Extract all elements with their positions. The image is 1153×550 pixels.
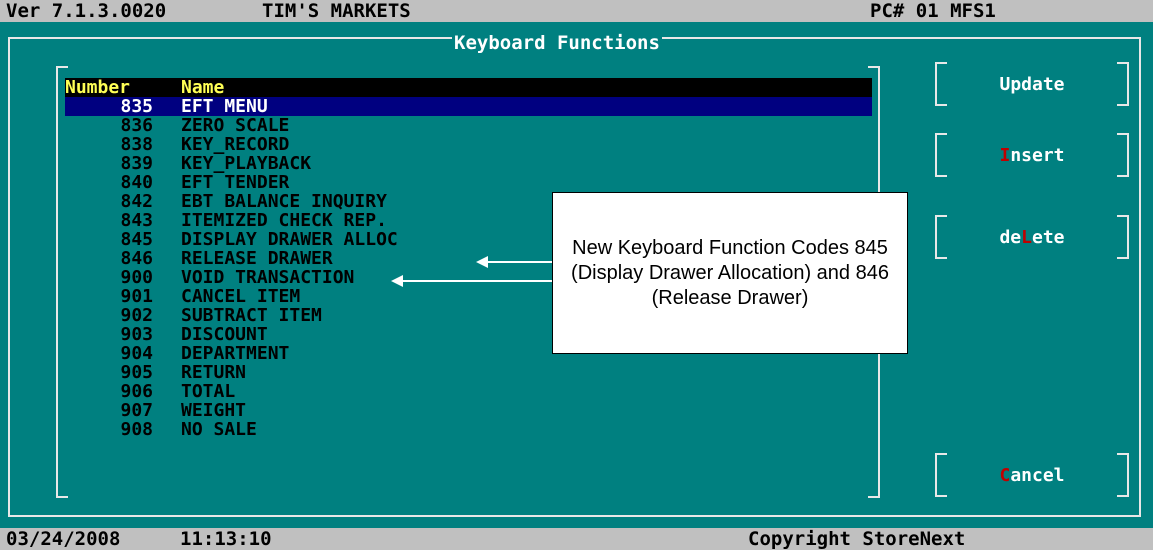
- copyright-label: Copyright StoreNext: [748, 528, 966, 550]
- date-label: 03/24/2008: [6, 528, 121, 550]
- annotation-arrows: [391, 256, 552, 287]
- arrow-to-846: [391, 275, 552, 287]
- arrow-to-845: [476, 256, 552, 268]
- time-label: 11:13:10: [180, 528, 272, 550]
- status-bar: 03/24/2008 11:13:10 Copyright StoreNext: [0, 528, 1153, 550]
